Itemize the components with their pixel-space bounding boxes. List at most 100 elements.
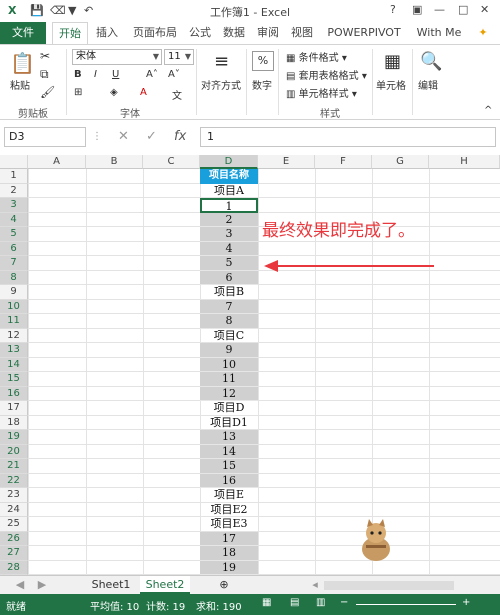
align-icon[interactable]: ≡	[214, 51, 229, 72]
cell-d[interactable]: 7	[200, 299, 258, 314]
zoom-slider[interactable]	[356, 604, 456, 605]
cell-d[interactable]: 6	[200, 270, 258, 285]
number-button[interactable]: 数字	[252, 77, 272, 92]
percent-icon[interactable]: %	[252, 51, 274, 71]
row-header[interactable]: 8	[0, 270, 28, 285]
cell-d[interactable]: 13	[200, 430, 258, 445]
cell-d[interactable]: 10	[200, 357, 258, 372]
tab-page-layout[interactable]: 页面布局	[128, 22, 182, 44]
borders-icon[interactable]: ⊞	[74, 87, 82, 98]
column-title-cell[interactable]: 项目名称	[200, 169, 258, 184]
row-header[interactable]: 20	[0, 444, 28, 459]
cell-d[interactable]: 项目E3	[200, 517, 258, 532]
tab-review[interactable]: 审阅	[254, 22, 282, 44]
format-as-table-button[interactable]: ▤ 套用表格格式 ▾	[286, 67, 367, 82]
cell-d[interactable]: 4	[200, 241, 258, 256]
cell-d[interactable]: 15	[200, 459, 258, 474]
row-header[interactable]: 10	[0, 299, 28, 314]
horizontal-scrollbar[interactable]	[324, 581, 454, 590]
row-header[interactable]: 14	[0, 357, 28, 372]
zoom-in-icon[interactable]: +	[462, 597, 470, 608]
ribbon-display-button[interactable]: ▣	[412, 3, 422, 16]
row-header[interactable]: 22	[0, 473, 28, 488]
cell-d[interactable]: 项目D1	[200, 416, 258, 431]
row-header[interactable]: 26	[0, 531, 28, 546]
tab-account[interactable]: With Me	[412, 22, 466, 44]
phonetic-icon[interactable]: 文	[172, 87, 182, 102]
column-header-c[interactable]: C	[143, 155, 200, 169]
paste-icon[interactable]: 📋	[10, 51, 35, 75]
row-header[interactable]: 25	[0, 517, 28, 532]
tab-home[interactable]: 开始	[52, 22, 88, 44]
minimize-button[interactable]: —	[434, 3, 445, 16]
column-header-d[interactable]: D	[200, 155, 258, 169]
paste-button[interactable]: 粘贴	[10, 77, 30, 92]
underline-button[interactable]: U	[112, 69, 119, 80]
row-header[interactable]: 21	[0, 459, 28, 474]
cell-d[interactable]: 项目E	[200, 488, 258, 503]
row-header[interactable]: 12	[0, 328, 28, 343]
normal-view-icon[interactable]: ▦	[262, 597, 271, 608]
active-cell[interactable]: 1	[200, 198, 258, 213]
cell-d[interactable]: 3	[200, 227, 258, 242]
select-all-corner[interactable]	[0, 155, 28, 169]
cell-styles-button[interactable]: ▥ 单元格样式 ▾	[286, 85, 357, 100]
collapse-ribbon-icon[interactable]: ^	[484, 105, 492, 116]
row-header[interactable]: 17	[0, 401, 28, 416]
cancel-icon[interactable]: ✕	[118, 127, 129, 147]
cell-d[interactable]: 项目E2	[200, 503, 258, 518]
editing-button[interactable]: 编辑	[418, 77, 438, 92]
tab-powerpivot[interactable]: POWERPIVOT	[322, 22, 406, 44]
scroll-left-icon[interactable]: ◂	[310, 576, 320, 594]
sheet-tab-sheet1[interactable]: Sheet1	[86, 576, 136, 594]
find-icon[interactable]: 🔍	[420, 51, 442, 72]
column-header-f[interactable]: F	[315, 155, 372, 169]
row-header[interactable]: 16	[0, 386, 28, 401]
row-header[interactable]: 5	[0, 227, 28, 242]
row-header[interactable]: 28	[0, 560, 28, 575]
name-box[interactable]: D3	[4, 127, 86, 147]
format-painter-icon[interactable]: 🖌	[40, 85, 55, 99]
tab-view[interactable]: 视图	[288, 22, 316, 44]
insert-function-button[interactable]: fx	[174, 127, 186, 147]
row-header[interactable]: 9	[0, 285, 28, 300]
italic-button[interactable]: I	[94, 69, 97, 80]
page-layout-icon[interactable]: ▤	[290, 597, 299, 608]
row-header[interactable]: 23	[0, 488, 28, 503]
row-header[interactable]: 11	[0, 314, 28, 329]
row-header[interactable]: 1	[0, 169, 28, 184]
row-header[interactable]: 6	[0, 241, 28, 256]
cell-d[interactable]: 项目C	[200, 329, 258, 344]
font-color-icon[interactable]: A	[140, 87, 147, 98]
formula-input[interactable]: 1	[200, 127, 496, 147]
cell-d[interactable]: 18	[200, 546, 258, 561]
sheet-tab-sheet2[interactable]: Sheet2	[140, 576, 190, 594]
row-header[interactable]: 18	[0, 415, 28, 430]
cell-d[interactable]: 项目A	[200, 184, 258, 199]
column-header-a[interactable]: A	[28, 155, 86, 169]
conditional-format-button[interactable]: ▦ 条件格式 ▾	[286, 49, 347, 64]
row-header[interactable]: 3	[0, 198, 28, 213]
row-header[interactable]: 27	[0, 546, 28, 561]
column-header-h[interactable]: H	[429, 155, 500, 169]
decrease-font-icon[interactable]: A˅	[168, 69, 180, 80]
user-avatar-icon[interactable]: ✦	[470, 22, 496, 44]
enter-icon[interactable]: ✓	[146, 127, 157, 147]
fill-color-icon[interactable]: ◈	[110, 87, 118, 98]
row-header[interactable]: 24	[0, 502, 28, 517]
tab-formulas[interactable]: 公式	[186, 22, 214, 44]
cell-d[interactable]: 项目D	[200, 401, 258, 416]
row-header[interactable]: 7	[0, 256, 28, 271]
increase-font-icon[interactable]: A˄	[146, 69, 158, 80]
alignment-button[interactable]: 对齐方式	[201, 77, 241, 92]
worksheet-grid[interactable]: A B C D E F G H 1 2 3 4 5 6 7 8 9 10 11 12 13 14 15 16 1…	[0, 155, 500, 575]
cell-d[interactable]: 17	[200, 531, 258, 546]
column-header-g[interactable]: G	[372, 155, 429, 169]
close-button[interactable]: ✕	[480, 3, 489, 16]
add-sheet-icon[interactable]: ⊕	[216, 576, 232, 594]
column-header-b[interactable]: B	[86, 155, 143, 169]
cell-d[interactable]: 11	[200, 372, 258, 387]
bold-button[interactable]: B	[74, 69, 82, 80]
prev-sheet-icon[interactable]: ◀	[14, 576, 26, 594]
tab-data[interactable]: 数据	[220, 22, 248, 44]
